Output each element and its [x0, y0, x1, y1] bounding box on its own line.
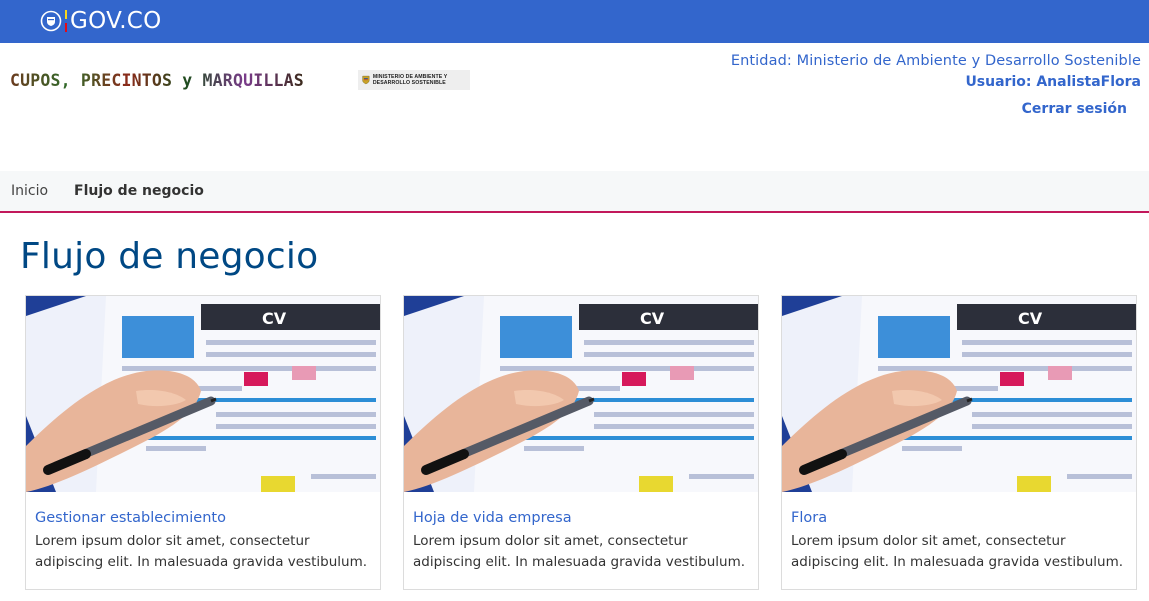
tab-inicio[interactable]: Inicio: [0, 171, 59, 211]
tab-flujo-de-negocio[interactable]: Flujo de negocio: [61, 171, 217, 213]
page-title: Flujo de negocio: [20, 236, 319, 277]
card-title[interactable]: Flora: [791, 510, 827, 526]
card-title[interactable]: Hoja de vida empresa: [413, 510, 572, 526]
ministry-seal-icon: [362, 75, 370, 85]
card-description: Lorem ipsum dolor sit amet, consectetur …: [413, 533, 746, 570]
card-description: Lorem ipsum dolor sit amet, consectetur …: [35, 533, 368, 570]
card-description: Lorem ipsum dolor sit amet, consectetur …: [791, 533, 1124, 570]
card-flora[interactable]: CV Flora Lorem ipsum dolor sit amet, con…: [781, 295, 1137, 590]
card-hoja-de-vida-empresa[interactable]: CV Hoja de vida empresa Lorem ipsum dolo…: [403, 295, 759, 590]
main-nav-tabs: Inicio Flujo de negocio: [0, 171, 1149, 213]
colombia-shield-icon: [40, 10, 62, 32]
user-info: Entidad: Ministerio de Ambiente y Desarr…: [731, 51, 1141, 93]
gov-top-bar: GOV.CO: [0, 0, 1149, 43]
gov-logo-separator: [65, 10, 67, 32]
cv-form-image: CV: [404, 296, 758, 492]
app-brand-title: CUPOS, PRECINTOS y MARQUILLAS: [10, 70, 304, 90]
card-gestionar-establecimiento[interactable]: CV Gestionar establecimiento Lorem ipsum…: [25, 295, 381, 590]
cv-label: CV: [1018, 309, 1043, 328]
ministry-logo: MINISTERIO DE AMBIENTE Y DESARROLLO SOST…: [358, 70, 470, 90]
cv-form-image: CV: [26, 296, 380, 492]
cv-form-image: CV: [782, 296, 1136, 492]
ministry-logo-text: MINISTERIO DE AMBIENTE Y DESARROLLO SOST…: [372, 74, 448, 86]
app-brand-logo[interactable]: CUPOS, PRECINTOS y MARQUILLAS: [10, 68, 304, 92]
cv-label: CV: [262, 309, 287, 328]
card-title[interactable]: Gestionar establecimiento: [35, 510, 226, 526]
cv-label: CV: [640, 309, 665, 328]
gov-co-logo[interactable]: GOV.CO: [40, 6, 162, 36]
user-label: Usuario: AnalistaFlora: [965, 74, 1141, 90]
logout-link[interactable]: Cerrar sesión: [1022, 101, 1127, 117]
entity-label: Entidad: Ministerio de Ambiente y Desarr…: [730, 53, 1141, 69]
gov-logo-text: GOV.CO: [70, 8, 162, 34]
